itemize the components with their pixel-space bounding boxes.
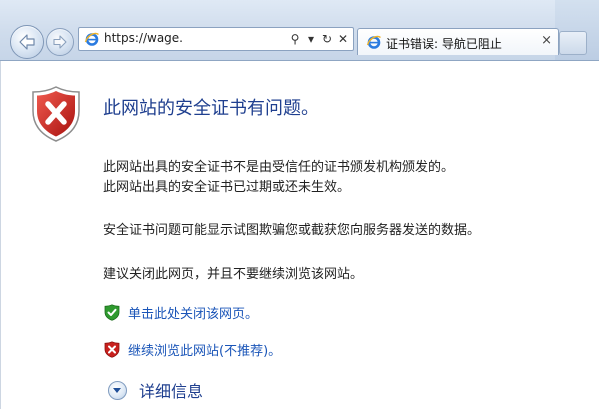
more-info-toggle[interactable]: 详细信息: [108, 379, 203, 401]
url-text[interactable]: https://wage.: [104, 31, 279, 45]
new-tab-button[interactable]: [559, 31, 587, 55]
expand-chevron-icon[interactable]: [108, 380, 127, 400]
close-page-option: 单击此处关闭该网页。: [104, 302, 258, 322]
tab-certificate-error[interactable]: 证书错误: 导航已阻止 ×: [357, 28, 559, 55]
tab-title: 证书错误: 导航已阻止: [386, 37, 502, 51]
stop-icon[interactable]: ✕: [337, 31, 349, 47]
untrusted-cert-text: 此网站出具的安全证书不是由受信任的证书颁发机构颁发的。: [103, 160, 455, 175]
search-icon[interactable]: ⚲: [289, 31, 301, 47]
address-bar[interactable]: https://wage. ⚲ ▾ ↻ ✕: [78, 27, 354, 51]
risk-text: 安全证书问题可能显示试图欺骗您或截获您向服务器发送的数据。: [103, 223, 481, 238]
ie-tab-icon: [366, 35, 381, 49]
forward-arrow-icon: [53, 35, 67, 49]
chevron-down-icon[interactable]: ▾: [305, 31, 317, 47]
error-shield-icon: [32, 86, 80, 142]
tab-close-icon[interactable]: ×: [541, 33, 552, 49]
ie-logo-icon: [84, 32, 99, 46]
refresh-icon[interactable]: ↻: [321, 31, 333, 47]
back-arrow-icon: [19, 34, 35, 50]
safe-shield-icon: [104, 303, 120, 321]
content-left-border: [0, 61, 1, 409]
unsafe-shield-icon: [104, 340, 120, 358]
back-button[interactable]: [10, 25, 44, 59]
address-tools: ⚲ ▾ ↻ ✕: [289, 30, 349, 48]
page-title: 此网站的安全证书有问题。: [103, 98, 319, 119]
continue-link[interactable]: 继续浏览此网站(不推荐)。: [128, 340, 281, 359]
forward-button[interactable]: [46, 28, 74, 56]
expired-cert-text: 此网站出具的安全证书已过期或还未生效。: [103, 180, 351, 195]
continue-option: 继续浏览此网站(不推荐)。: [104, 339, 281, 359]
recommendation-text: 建议关闭此网页，并且不要继续浏览该网站。: [103, 267, 364, 282]
page-content: 此网站的安全证书有问题。 此网站出具的安全证书不是由受信任的证书颁发机构颁发的。…: [0, 61, 599, 409]
close-page-link[interactable]: 单击此处关闭该网页。: [128, 303, 258, 322]
browser-chrome: https://wage. ⚲ ▾ ↻ ✕ 证书错误: 导航已阻止 ×: [0, 0, 599, 61]
more-info-label[interactable]: 详细信息: [139, 378, 203, 402]
